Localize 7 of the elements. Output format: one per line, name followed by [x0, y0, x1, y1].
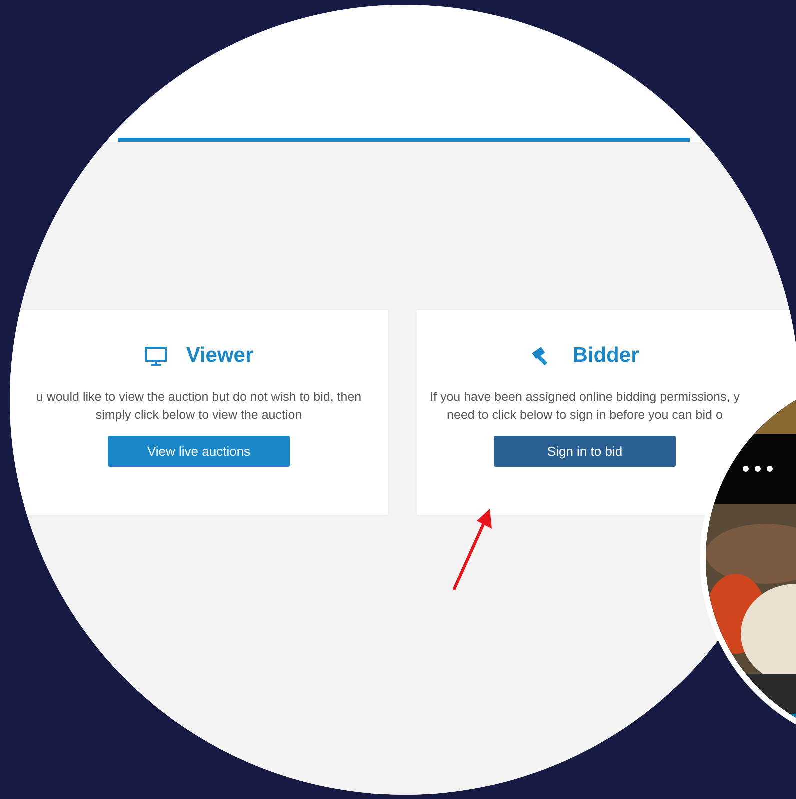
- card-title: Viewer: [186, 344, 254, 368]
- card-description: If you have been assigned online bidding permissions, y need to click below to sign in before you can bid o: [430, 389, 740, 424]
- card-description: u would like to view the auction but do not wish to bid, then simply click below to view the auction: [36, 389, 362, 424]
- view-auctions-button[interactable]: View live auctions: [108, 436, 290, 467]
- card-title: Bidder: [572, 344, 640, 368]
- monitor-icon: [144, 346, 168, 366]
- sign-in-button[interactable]: Sign in to bid: [494, 436, 676, 467]
